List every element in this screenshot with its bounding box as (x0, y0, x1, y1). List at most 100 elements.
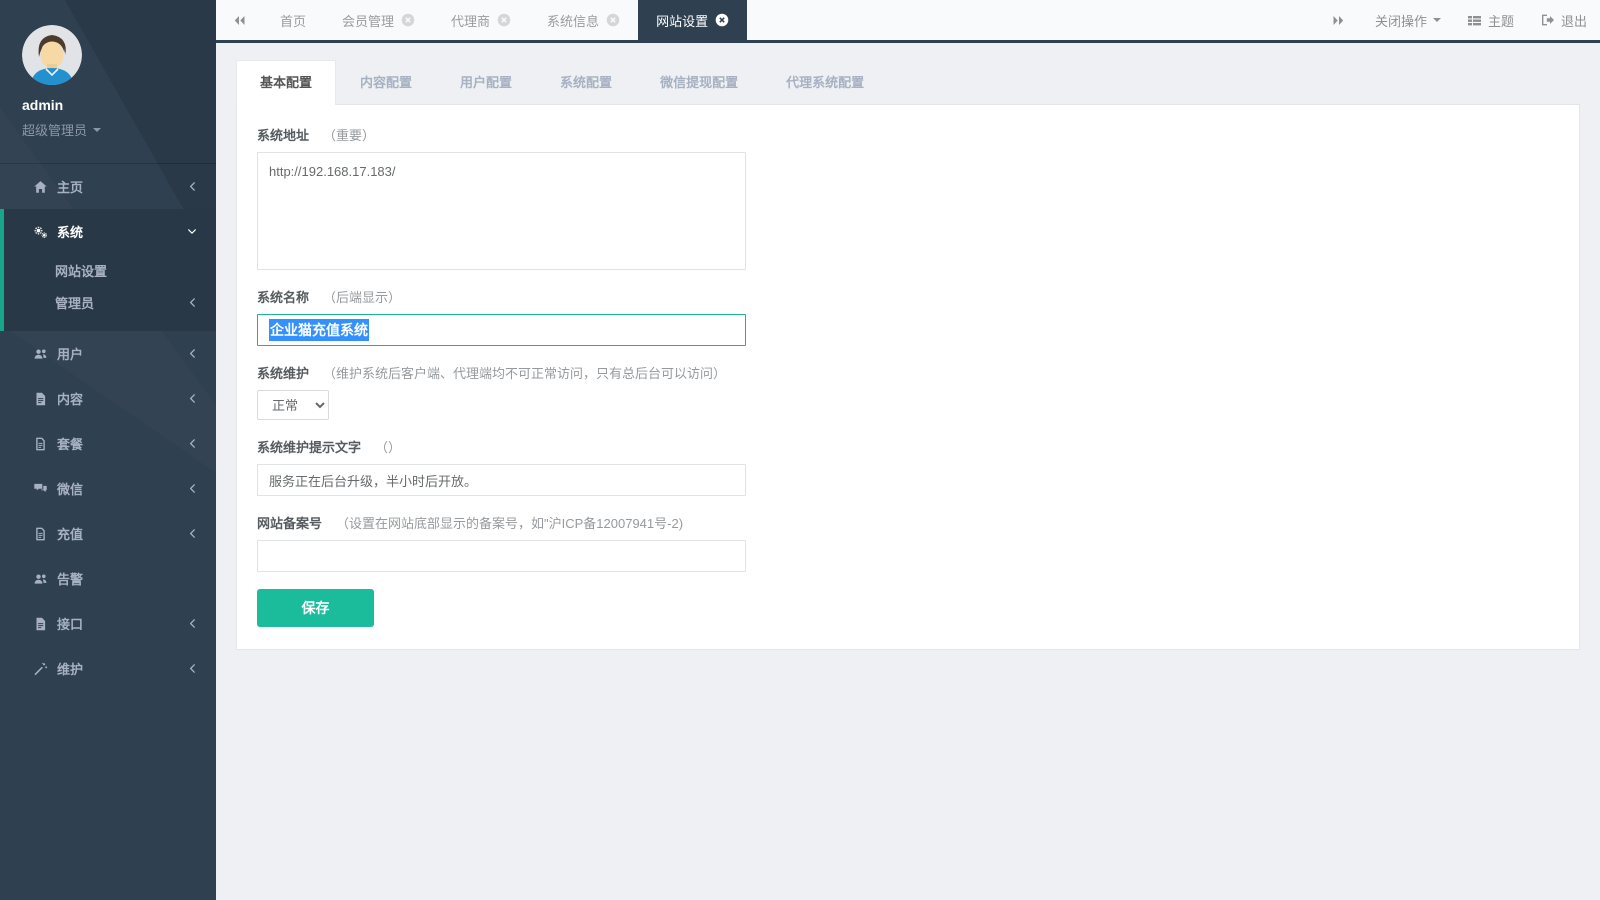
sign-out-icon (1540, 13, 1555, 27)
label-hint: （后端显示） (323, 290, 401, 305)
tab-home[interactable]: 首页 (262, 0, 324, 40)
theme-button[interactable]: 主题 (1454, 0, 1527, 40)
file-solid-icon (33, 392, 48, 406)
username[interactable]: admin (22, 97, 216, 113)
sidebar-item-home[interactable]: 主页 (0, 164, 216, 209)
close-icon[interactable] (715, 13, 729, 27)
config-tab-label: 系统配置 (560, 75, 612, 90)
scroll-tabs-right-button[interactable] (1316, 0, 1362, 40)
tab-user-config[interactable]: 用户配置 (436, 60, 536, 104)
system-address-textarea[interactable]: http://192.168.17.183/ (257, 152, 746, 270)
sidebar-item-label: 充值 (57, 524, 83, 543)
maintenance-text-label: 系统维护提示文字（） (257, 437, 1559, 456)
maintenance-select[interactable]: 正常 (257, 390, 329, 420)
config-tab-label: 微信提现配置 (660, 75, 738, 90)
scroll-tabs-left-button[interactable] (216, 0, 262, 40)
tab-wechat-withdraw-config[interactable]: 微信提现配置 (636, 60, 762, 104)
sidebar-item-label: 维护 (57, 659, 83, 678)
angle-double-right-icon (1331, 14, 1346, 27)
tab-label: 会员管理 (342, 11, 394, 30)
tab-site-settings[interactable]: 网站设置 (638, 0, 747, 40)
label-text: 系统名称 (257, 290, 309, 305)
file-outline-icon (33, 437, 48, 451)
system-name-label: 系统名称 （后端显示） (257, 287, 1559, 306)
sidebar-subitem-site-settings[interactable]: 网站设置 (4, 254, 216, 286)
logout-label: 退出 (1561, 11, 1587, 30)
chevron-left-icon (187, 663, 197, 674)
config-tabs: 基本配置 内容配置 用户配置 系统配置 微信提现配置 代理系统配置 (236, 60, 1580, 104)
tab-label: 代理商 (451, 11, 490, 30)
sidebar-subitem-label: 网站设置 (55, 261, 107, 280)
close-icon[interactable] (401, 13, 415, 27)
close-icon[interactable] (606, 13, 620, 27)
profile-section: admin 超级管理员 (0, 0, 216, 139)
sidebar-item-content[interactable]: 内容 (0, 376, 216, 421)
sidebar-item-label: 主页 (57, 177, 83, 196)
sidebar-item-alerts[interactable]: 告警 (0, 556, 216, 601)
save-button[interactable]: 保存 (257, 589, 374, 627)
logout-button[interactable]: 退出 (1527, 0, 1600, 40)
label-hint: （设置在网站底部显示的备案号，如"沪ICP备12007941号-2) (336, 516, 683, 531)
basic-config-panel: 系统地址（重要） http://192.168.17.183/ 系统名称 （后端显… (236, 104, 1580, 650)
top-navbar: 首页 会员管理 代理商 系统信息 网站设置 (216, 0, 1600, 43)
chevron-left-icon (187, 618, 197, 629)
main-content: 基本配置 内容配置 用户配置 系统配置 微信提现配置 代理系统配置 系统地址（重… (216, 43, 1600, 650)
sidebar-item-system[interactable]: 系统 (4, 209, 216, 254)
cogs-icon (33, 225, 48, 239)
label-text: 系统地址 (257, 128, 309, 143)
sidebar-item-api[interactable]: 接口 (0, 601, 216, 646)
selected-text: 企业猫充值系统 (269, 319, 369, 341)
navbar-actions: 关闭操作 主题 退出 (1316, 0, 1600, 40)
tab-members[interactable]: 会员管理 (324, 0, 433, 40)
sidebar-item-label: 用户 (57, 344, 83, 363)
tab-label: 首页 (280, 11, 306, 30)
theme-label: 主题 (1488, 11, 1514, 30)
theme-list-icon (1467, 14, 1482, 27)
tab-agents[interactable]: 代理商 (433, 0, 529, 40)
sidebar-item-wechat[interactable]: 微信 (0, 466, 216, 511)
icp-input[interactable] (257, 540, 746, 572)
chevron-left-icon (187, 181, 197, 192)
sidebar-item-users[interactable]: 用户 (0, 331, 216, 376)
sidebar-subitem-administrators[interactable]: 管理员 (4, 286, 216, 318)
comments-icon (33, 482, 48, 496)
sidebar-subitem-label: 管理员 (55, 293, 94, 312)
label-text: 网站备案号 (257, 516, 322, 531)
sidebar-item-label: 套餐 (57, 434, 83, 453)
maintenance-text-group: 系统维护提示文字（） (257, 437, 1559, 496)
close-operations-dropdown[interactable]: 关闭操作 (1362, 0, 1454, 40)
sidebar-item-label: 接口 (57, 614, 83, 633)
maintenance-label: 系统维护 （维护系统后客户端、代理端均不可正常访问，只有总后台可以访问） (257, 363, 1559, 382)
system-address-label: 系统地址（重要） (257, 125, 1559, 144)
sidebar-item-label: 系统 (57, 222, 83, 241)
chevron-left-icon (187, 297, 197, 308)
icp-label: 网站备案号 （设置在网站底部显示的备案号，如"沪ICP备12007941号-2) (257, 513, 1559, 532)
page-tabs: 首页 会员管理 代理商 系统信息 网站设置 (262, 0, 747, 40)
label-text: 系统维护 (257, 366, 309, 381)
label-text: 系统维护提示文字 (257, 440, 361, 455)
user-role-dropdown[interactable]: 超级管理员 (22, 120, 216, 139)
tab-agent-system-config[interactable]: 代理系统配置 (762, 60, 888, 104)
chevron-left-icon (187, 438, 197, 449)
label-hint: （维护系统后客户端、代理端均不可正常访问，只有总后台可以访问） (323, 366, 726, 381)
close-icon[interactable] (497, 13, 511, 27)
home-icon (33, 180, 48, 194)
sidebar-item-packages[interactable]: 套餐 (0, 421, 216, 466)
sidebar-item-maintenance[interactable]: 维护 (0, 646, 216, 691)
config-tab-label: 内容配置 (360, 75, 412, 90)
config-tab-label: 代理系统配置 (786, 75, 864, 90)
angle-double-left-icon (232, 14, 247, 27)
maintenance-text-input[interactable] (257, 464, 746, 496)
sidebar-item-label: 告警 (57, 569, 83, 588)
config-tab-label: 用户配置 (460, 75, 512, 90)
tab-basic-config[interactable]: 基本配置 (236, 60, 336, 105)
sidebar: admin 超级管理员 主页 系统 网站设置 (0, 0, 216, 900)
users-icon (33, 347, 48, 361)
system-name-input[interactable]: 企业猫充值系统 (257, 314, 746, 346)
avatar[interactable] (22, 25, 82, 85)
sidebar-item-recharge[interactable]: 充值 (0, 511, 216, 556)
tab-content-config[interactable]: 内容配置 (336, 60, 436, 104)
tab-system-info[interactable]: 系统信息 (529, 0, 638, 40)
caret-down-icon (93, 128, 101, 132)
tab-system-config[interactable]: 系统配置 (536, 60, 636, 104)
